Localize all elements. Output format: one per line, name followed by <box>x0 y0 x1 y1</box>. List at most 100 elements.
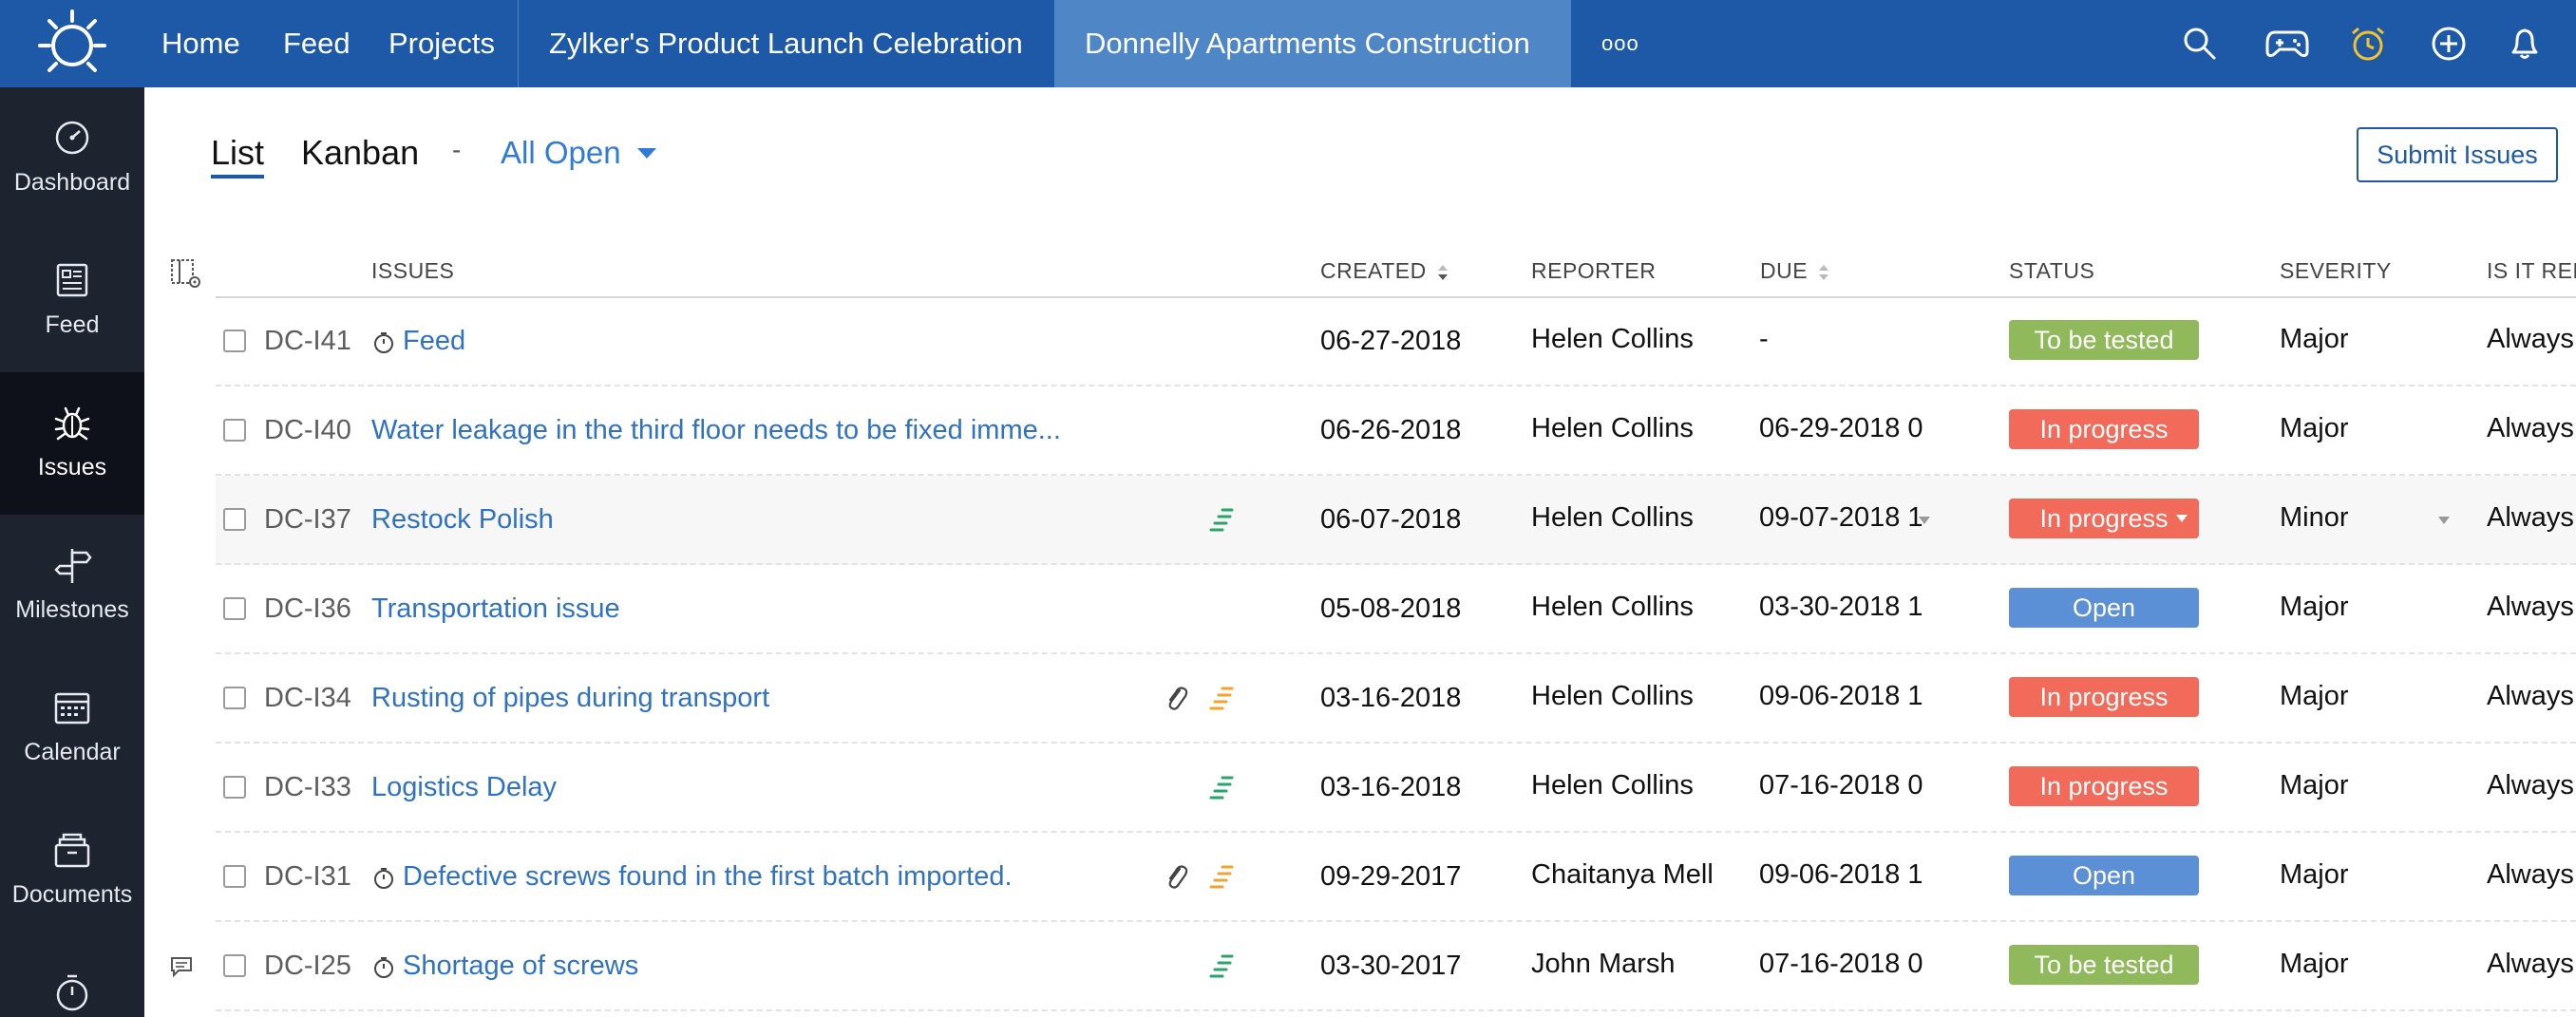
severity-value[interactable]: Major <box>2280 859 2349 891</box>
sidebar-item-dashboard[interactable]: Dashboard <box>0 87 144 230</box>
column-settings-icon[interactable] <box>169 256 203 291</box>
more-tabs-button[interactable]: ooo <box>1571 0 1670 87</box>
issue-title-link[interactable]: Feed <box>403 326 465 357</box>
table-row[interactable]: DC-I25 Shortage of screws 03-30-2017 John M… <box>216 922 2576 1011</box>
row-checkbox[interactable] <box>223 508 246 531</box>
issue-title-link[interactable]: Shortage of screws <box>403 951 638 982</box>
app-logo[interactable] <box>0 0 144 87</box>
chevron-down-icon[interactable] <box>637 148 656 159</box>
status-badge[interactable]: Open <box>2009 588 2199 628</box>
reproducible-value[interactable]: Always <box>2487 592 2574 623</box>
search-icon[interactable] <box>2178 22 2222 66</box>
sidebar-item-documents[interactable]: Documents <box>0 800 144 942</box>
reporter-name[interactable]: Chaitanya Mell <box>1531 859 1714 891</box>
nav-home[interactable]: Home <box>131 0 271 87</box>
add-icon[interactable] <box>2427 22 2471 66</box>
reproducible-value[interactable]: Always <box>2487 681 2574 712</box>
row-checkbox[interactable] <box>223 419 246 442</box>
sidebar-item-feed[interactable]: Feed <box>0 230 144 372</box>
sidebar-item-timesheet[interactable] <box>0 942 144 1017</box>
severity-value[interactable]: Major <box>2280 681 2349 712</box>
tab-kanban-view[interactable]: Kanban <box>301 133 419 173</box>
status-badge[interactable]: Open <box>2009 856 2199 895</box>
table-row[interactable]: DC-I36 Transportation issue 05-08-2018 Hele… <box>216 565 2576 654</box>
due-date[interactable]: 09-06-2018 1 <box>1759 681 1960 712</box>
due-date[interactable]: 03-30-2018 1 <box>1759 592 1960 623</box>
reproducible-value[interactable]: Always <box>2487 859 2574 891</box>
issue-title-link[interactable]: Restock Polish <box>371 504 554 536</box>
severity-value[interactable]: Major <box>2280 949 2349 980</box>
reproducible-value[interactable]: Always <box>2487 502 2574 534</box>
table-row[interactable]: DC-I31 Defective screws found in the firs… <box>216 833 2576 922</box>
bell-icon[interactable] <box>2503 22 2547 66</box>
reporter-name[interactable]: Helen Collins <box>1531 502 1694 534</box>
row-checkbox[interactable] <box>223 330 246 352</box>
severity-value[interactable]: Major <box>2280 592 2349 623</box>
column-header-due[interactable]: DUE <box>1760 258 1830 284</box>
attachment-icon[interactable] <box>1162 683 1190 715</box>
issue-title-link[interactable]: Water leakage in the third floor needs t… <box>371 415 1061 446</box>
table-row[interactable]: DC-I41 Feed 06-27-2018 Helen Collins - To be … <box>216 297 2576 386</box>
chevron-down-icon[interactable] <box>2176 515 2188 522</box>
due-date[interactable]: 06-29-2018 0 <box>1759 413 1960 444</box>
status-badge[interactable]: In progress <box>2009 766 2199 806</box>
submit-issues-button[interactable]: Submit Issues <box>2357 127 2558 182</box>
column-header-reporter[interactable]: REPORTER <box>1531 258 1656 284</box>
reproducible-value[interactable]: Always <box>2487 949 2574 980</box>
table-row[interactable]: DC-I40 Water leakage in the third floor n… <box>216 386 2576 476</box>
reproducible-value[interactable]: Always <box>2487 324 2574 355</box>
status-badge[interactable]: To be tested <box>2009 320 2199 360</box>
severity-value[interactable]: Major <box>2280 770 2349 801</box>
reporter-name[interactable]: Helen Collins <box>1531 324 1694 355</box>
attachment-icon[interactable] <box>1162 861 1190 894</box>
due-date[interactable]: 09-07-2018 1 <box>1759 502 1960 534</box>
row-checkbox[interactable] <box>223 597 246 620</box>
status-badge[interactable]: In progress <box>2009 409 2199 449</box>
sort-icon[interactable] <box>1817 263 1830 282</box>
due-date[interactable]: - <box>1759 324 1960 355</box>
alarm-clock-icon[interactable] <box>2346 22 2390 66</box>
issue-title-link[interactable]: Transportation issue <box>371 593 620 625</box>
reporter-name[interactable]: Helen Collins <box>1531 681 1694 712</box>
reporter-name[interactable]: John Marsh <box>1531 949 1676 980</box>
row-checkbox[interactable] <box>223 954 246 977</box>
nav-projects[interactable]: Projects <box>358 0 525 87</box>
table-row[interactable]: DC-I33 Logistics Delay 03-16-2018 Helen Col… <box>216 744 2576 833</box>
column-header-created[interactable]: CREATED <box>1320 258 1449 284</box>
table-row[interactable]: DC-I34 Rusting of pipes during transport 0… <box>216 654 2576 744</box>
due-date[interactable]: 07-16-2018 0 <box>1759 949 1960 980</box>
chevron-down-icon[interactable] <box>2438 517 2450 524</box>
sidebar-item-calendar[interactable]: Calendar <box>0 657 144 800</box>
row-checkbox[interactable] <box>223 865 246 888</box>
reproducible-value[interactable]: Always <box>2487 413 2574 444</box>
reporter-name[interactable]: Helen Collins <box>1531 413 1694 444</box>
table-row[interactable]: DC-I37 Restock Polish 06-07-2018 Helen Coll… <box>216 476 2576 565</box>
due-date[interactable]: 09-06-2018 1 <box>1759 859 1960 891</box>
issue-title-link[interactable]: Logistics Delay <box>371 772 557 803</box>
tab-donnelly-apartments[interactable]: Donnelly Apartments Construction <box>1054 0 1571 87</box>
due-date[interactable]: 07-16-2018 0 <box>1759 770 1960 801</box>
issue-title-link[interactable]: Rusting of pipes during transport <box>371 683 769 714</box>
column-header-issues[interactable]: ISSUES <box>371 258 454 284</box>
status-badge[interactable]: In progress <box>2009 677 2199 717</box>
reporter-name[interactable]: Helen Collins <box>1531 770 1694 801</box>
column-header-severity[interactable]: SEVERITY <box>2280 258 2392 284</box>
filter-dropdown[interactable]: All Open <box>501 135 621 171</box>
sidebar-item-milestones[interactable]: Milestones <box>0 515 144 657</box>
tab-list-view[interactable]: List <box>211 133 265 179</box>
sidebar-item-issues[interactable]: Issues <box>0 372 144 515</box>
sort-icon[interactable] <box>1436 263 1449 282</box>
chevron-down-icon[interactable] <box>1919 517 1930 524</box>
status-badge[interactable]: In progress <box>2009 499 2199 538</box>
issue-title-link[interactable]: Defective screws found in the first batc… <box>403 861 1013 893</box>
gamepad-icon[interactable] <box>2263 22 2311 66</box>
row-checkbox[interactable] <box>223 687 246 709</box>
row-checkbox[interactable] <box>223 776 246 799</box>
reproducible-value[interactable]: Always <box>2487 770 2574 801</box>
tab-zylker-product-launch[interactable]: Zylker's Product Launch Celebration <box>518 0 1054 87</box>
status-badge[interactable]: To be tested <box>2009 945 2199 985</box>
severity-value[interactable]: Minor <box>2280 502 2349 534</box>
severity-value[interactable]: Major <box>2280 324 2349 355</box>
comment-icon[interactable] <box>169 955 194 978</box>
severity-value[interactable]: Major <box>2280 413 2349 444</box>
